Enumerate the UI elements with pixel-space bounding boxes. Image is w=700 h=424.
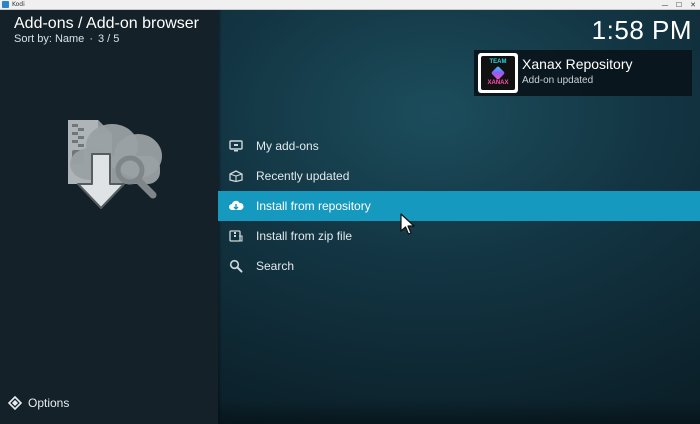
menu-item-install-from-repository[interactable]: Install from repository xyxy=(218,191,700,221)
close-button[interactable]: ✕ xyxy=(686,0,700,10)
page-title: Add-ons / Add-on browser xyxy=(14,15,199,32)
left-panel xyxy=(0,10,218,424)
logo-text-bottom: XANAX xyxy=(487,80,509,86)
notification-toast: TEAM XANAX Xanax Repository Add-on updat… xyxy=(474,50,692,96)
sort-info: Sort by: Name · 3 / 5 xyxy=(14,33,119,45)
menu-item-install-from-zip[interactable]: Install from zip file xyxy=(218,221,700,251)
search-icon xyxy=(228,259,244,273)
window-title: Kodi xyxy=(12,1,25,8)
kodi-app: Add-ons / Add-on browser Sort by: Name · 3… xyxy=(0,10,700,424)
notification-title: Xanax Repository xyxy=(522,56,633,72)
clock: 1:58 PM xyxy=(591,15,692,45)
addon-menu: My add-ons Recently updated Install from… xyxy=(218,131,700,281)
item-position: 3 / 5 xyxy=(97,33,120,45)
bottom-shade xyxy=(218,400,700,424)
sort-separator: · xyxy=(89,33,93,45)
window-controls: — ☐ ✕ xyxy=(658,0,700,10)
addon-browser-illustration xyxy=(68,120,162,209)
options-button[interactable]: Options xyxy=(8,396,69,410)
menu-item-label: Recently updated xyxy=(256,169,350,183)
options-label: Options xyxy=(28,396,70,410)
logo-text-top: TEAM xyxy=(489,59,507,65)
monitor-icon xyxy=(228,139,244,153)
gem-icon xyxy=(490,65,506,81)
menu-item-my-addons[interactable]: My add-ons xyxy=(218,131,700,161)
box-icon xyxy=(228,169,244,183)
menu-item-label: Install from repository xyxy=(256,199,371,213)
mouse-cursor-icon xyxy=(400,213,415,235)
menu-item-label: Install from zip file xyxy=(256,229,353,243)
kodi-app-icon xyxy=(2,1,9,8)
xanax-repo-logo: TEAM XANAX xyxy=(478,53,518,93)
cloud-download-icon xyxy=(228,199,244,213)
minimize-button[interactable]: — xyxy=(658,0,672,10)
sort-label: Sort by: Name xyxy=(14,33,85,45)
menu-item-search[interactable]: Search xyxy=(218,251,700,281)
notification-subtitle: Add-on updated xyxy=(522,75,594,86)
maximize-button[interactable]: ☐ xyxy=(672,0,686,10)
menu-item-label: My add-ons xyxy=(256,139,319,153)
menu-item-label: Search xyxy=(256,259,295,273)
window-titlebar: Kodi — ☐ ✕ xyxy=(0,0,700,10)
menu-item-recently-updated[interactable]: Recently updated xyxy=(218,161,700,191)
options-icon xyxy=(8,396,22,410)
zip-icon xyxy=(228,229,244,243)
